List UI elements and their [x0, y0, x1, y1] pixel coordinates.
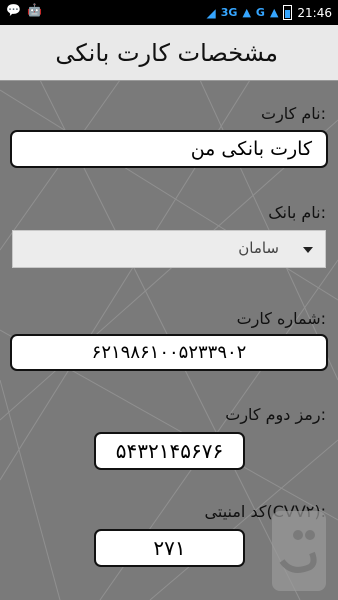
- second-password-label: رمز دوم کارت:: [225, 405, 326, 424]
- network-type-1: 3G: [220, 6, 238, 19]
- card-name-label: نام کارت:: [261, 104, 326, 123]
- second-password-input[interactable]: ۵۴۳۲۱۴۵۶۷۶: [94, 432, 245, 470]
- page-title: مشخصات کارت بانکی: [55, 38, 278, 67]
- cvv2-value: ۲۷۱: [153, 536, 186, 560]
- battery-icon: [283, 5, 293, 20]
- card-name-value: کارت بانکی من: [190, 138, 312, 160]
- status-bar: 💬 🤖 ◢ 3G ▲ G ▲ 21:46: [0, 0, 338, 25]
- dropdown-arrow-icon: [303, 247, 313, 253]
- app-header: مشخصات کارت بانکی: [0, 25, 338, 81]
- android-icon: 🤖: [26, 3, 42, 17]
- app-logo-watermark: [272, 511, 326, 591]
- status-right: ◢ 3G ▲ G ▲ 21:46: [207, 5, 332, 20]
- card-name-input[interactable]: کارت بانکی من: [10, 130, 328, 168]
- chat-icon: 💬: [6, 3, 21, 17]
- network-type-2: G: [255, 6, 265, 19]
- notification-icons: 💬 🤖: [6, 3, 42, 17]
- signal-icon: ▲: [242, 6, 251, 19]
- card-number-label: شماره کارت:: [236, 309, 326, 328]
- bank-select[interactable]: سامان: [12, 230, 326, 268]
- second-password-value: ۵۴۳۲۱۴۵۶۷۶: [115, 439, 224, 463]
- bank-selected-value: سامان: [238, 239, 279, 257]
- bank-name-label: نام بانک:: [268, 203, 326, 222]
- card-number-input[interactable]: ۶۲۱۹۸۶۱۰۰۵۲۳۳۹۰۲: [10, 334, 328, 371]
- signal-icon-2: ▲: [269, 6, 279, 19]
- card-number-value: ۶۲۱۹۸۶۱۰۰۵۲۳۳۹۰۲: [91, 342, 247, 363]
- clock: 21:46: [297, 5, 332, 20]
- wifi-icon: ◢: [206, 5, 216, 20]
- cvv2-input[interactable]: ۲۷۱: [94, 529, 245, 567]
